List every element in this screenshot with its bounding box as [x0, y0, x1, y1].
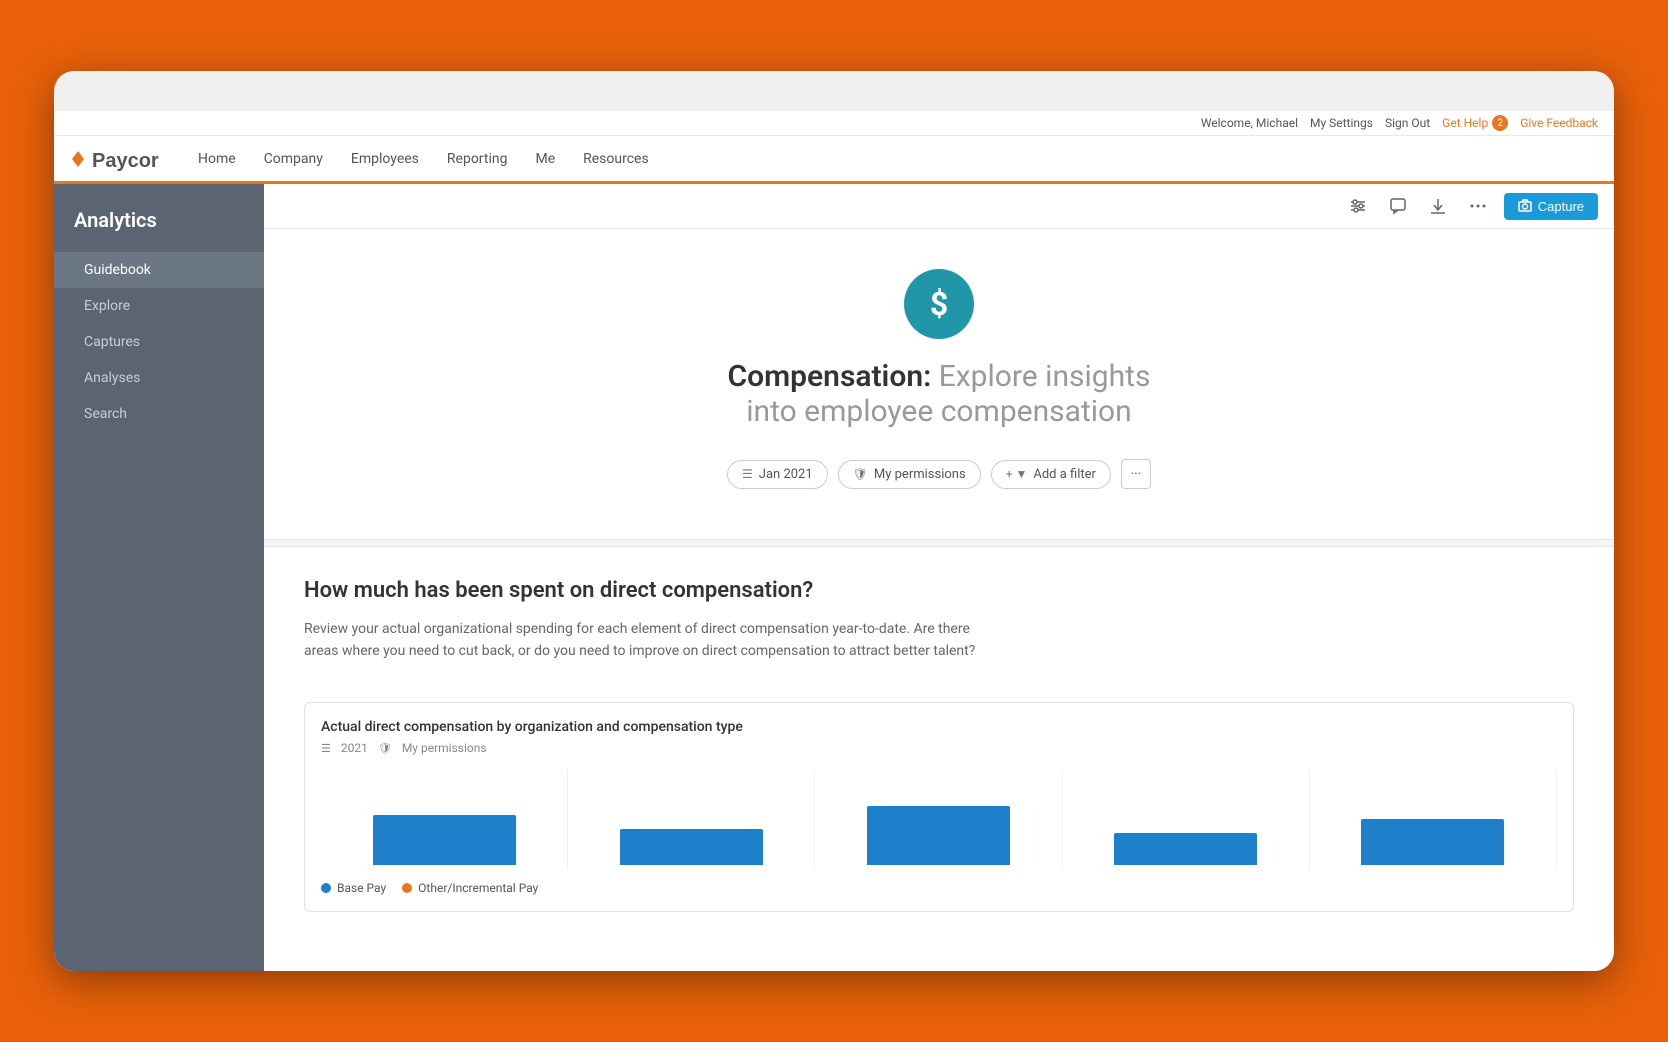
- section-divider: [264, 539, 1614, 547]
- sidebar: Analytics Guidebook Explore Captures Ana…: [54, 184, 264, 971]
- filter-bar: ☰ Jan 2021 🛡 My permissions + ▼ Add a fi…: [727, 449, 1151, 509]
- welcome-text: Welcome, Michael: [1201, 116, 1298, 130]
- legend-dot-base-pay: [321, 883, 331, 893]
- logo-area: Paycor: [70, 145, 160, 173]
- nav-item-employees[interactable]: Employees: [337, 138, 433, 183]
- comment-icon[interactable]: [1384, 192, 1412, 220]
- sidebar-title: Analytics: [54, 192, 264, 252]
- legend-item-other-pay: Other/Incremental Pay: [402, 881, 538, 895]
- chart-meta-calendar-icon: ☰: [321, 742, 331, 755]
- svg-text:Paycor: Paycor: [92, 150, 159, 172]
- nav-item-reporting[interactable]: Reporting: [433, 138, 522, 183]
- nav-items: Home Company Employees Reporting Me Reso…: [184, 136, 663, 181]
- nav-item-resources[interactable]: Resources: [569, 138, 663, 183]
- capture-button[interactable]: Capture: [1504, 193, 1598, 220]
- chart-col-5: [1310, 769, 1557, 869]
- sidebar-item-analyses[interactable]: Analyses: [54, 360, 264, 396]
- section-question: How much has been spent on direct compen…: [304, 577, 1574, 606]
- sidebar-item-guidebook[interactable]: Guidebook: [54, 252, 264, 288]
- dollar-icon: $: [904, 269, 974, 339]
- shield-icon: 🛡: [853, 467, 868, 481]
- chart-bar-1: [373, 815, 516, 866]
- section-description: Review your actual organizational spendi…: [304, 618, 1004, 663]
- chart-title: Actual direct compensation by organizati…: [321, 719, 1557, 735]
- chart-meta: ☰ 2021 🛡 My permissions: [321, 741, 1557, 755]
- chart-meta-shield-icon: 🛡: [378, 742, 392, 755]
- more-options-icon[interactable]: [1464, 192, 1492, 220]
- chart-bar-5: [1361, 819, 1504, 865]
- nav-item-home[interactable]: Home: [184, 138, 250, 183]
- chart-year: 2021: [341, 741, 368, 755]
- filter-more-button[interactable]: ···: [1121, 459, 1151, 489]
- my-settings-link[interactable]: My Settings: [1310, 116, 1373, 130]
- chart-permissions: My permissions: [402, 741, 487, 755]
- download-icon[interactable]: [1424, 192, 1452, 220]
- chart-bar-4: [1114, 833, 1257, 865]
- plus-filter-icon: + ▼: [1006, 467, 1028, 481]
- chart-col-2: [568, 769, 815, 869]
- chart-legend: Base Pay Other/Incremental Pay: [321, 881, 1557, 895]
- hero-title-bold: Compensation:: [728, 359, 932, 394]
- sidebar-item-explore[interactable]: Explore: [54, 288, 264, 324]
- main-content: Capture $ Compensation: Explore insights…: [264, 184, 1614, 971]
- main-nav: Paycor Home Company Employees Reporting …: [54, 136, 1614, 184]
- content-section: How much has been spent on direct compen…: [264, 547, 1614, 682]
- chart-col-3: [815, 769, 1062, 869]
- app-container: Welcome, Michael My Settings Sign Out Ge…: [54, 111, 1614, 971]
- chart-col-4: [1063, 769, 1310, 869]
- calendar-icon: ☰: [742, 467, 753, 481]
- chart-bar-2: [620, 829, 763, 866]
- legend-item-base-pay: Base Pay: [321, 881, 386, 895]
- content-area: Analytics Guidebook Explore Captures Ana…: [54, 184, 1614, 971]
- paycor-logo: Paycor: [70, 145, 160, 173]
- date-filter-chip[interactable]: ☰ Jan 2021: [727, 460, 828, 489]
- chart-placeholder: [321, 769, 1557, 869]
- chart-card: Actual direct compensation by organizati…: [304, 702, 1574, 912]
- browser-chrome: [54, 71, 1614, 111]
- nav-item-me[interactable]: Me: [521, 138, 569, 183]
- hero-section: $ Compensation: Explore insightsinto emp…: [264, 229, 1614, 539]
- give-feedback-button[interactable]: Give Feedback: [1520, 116, 1598, 130]
- top-utility-bar: Welcome, Michael My Settings Sign Out Ge…: [54, 111, 1614, 136]
- legend-dot-other-pay: [402, 883, 412, 893]
- sidebar-item-search[interactable]: Search: [54, 396, 264, 432]
- get-help-button[interactable]: Get Help 2: [1442, 115, 1508, 131]
- nav-item-company[interactable]: Company: [250, 138, 337, 183]
- sidebar-item-captures[interactable]: Captures: [54, 324, 264, 360]
- filter-sliders-icon[interactable]: [1344, 192, 1372, 220]
- add-filter-chip[interactable]: + ▼ Add a filter: [991, 460, 1111, 489]
- help-badge: 2: [1492, 115, 1508, 131]
- hero-title: Compensation: Explore insightsinto emplo…: [728, 359, 1151, 429]
- permissions-filter-chip[interactable]: 🛡 My permissions: [838, 460, 981, 489]
- screen-wrapper: Welcome, Michael My Settings Sign Out Ge…: [54, 71, 1614, 971]
- chart-bar-3: [867, 806, 1010, 866]
- sign-out-link[interactable]: Sign Out: [1385, 116, 1430, 130]
- content-toolbar: Capture: [264, 184, 1614, 229]
- chart-col-1: [321, 769, 568, 869]
